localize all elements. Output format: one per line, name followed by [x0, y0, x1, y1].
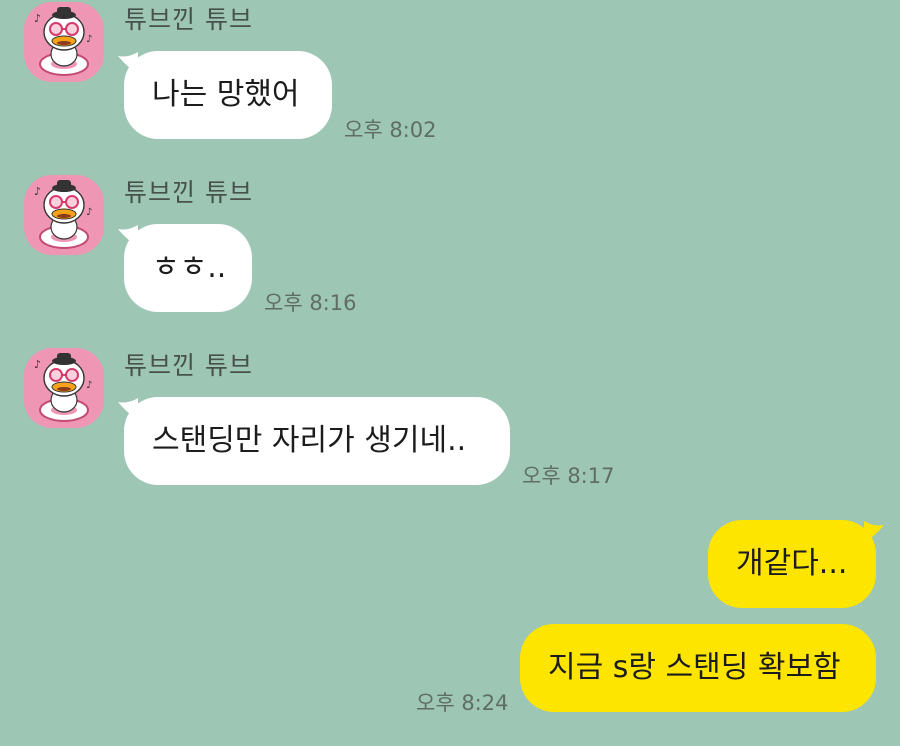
sender-name: 튜브낀 튜브 [124, 351, 253, 380]
sender-name: 튜브낀 튜브 [124, 178, 253, 207]
avatar[interactable] [24, 348, 104, 428]
tube-duck-icon [33, 352, 94, 422]
tube-duck-icon [33, 6, 94, 76]
avatar[interactable] [24, 175, 104, 255]
message-time: 오후 8:24 [416, 691, 509, 715]
message-bubble[interactable]: 개같다... [708, 520, 876, 608]
message-time: 오후 8:17 [522, 464, 615, 488]
message-time: 오후 8:16 [264, 291, 357, 315]
message-bubble[interactable]: ㅎㅎ.. [124, 224, 252, 312]
tube-duck-icon [33, 179, 94, 249]
message-bubble[interactable]: 스탠딩만 자리가 생기네.. [124, 397, 510, 485]
avatar[interactable] [24, 2, 104, 82]
message-time: 오후 8:02 [344, 118, 437, 142]
message-bubble[interactable]: 나는 망했어 [124, 51, 332, 139]
message-bubble[interactable]: 지금 s랑 스탠딩 확보함 [520, 624, 876, 712]
sender-name: 튜브낀 튜브 [124, 5, 253, 34]
